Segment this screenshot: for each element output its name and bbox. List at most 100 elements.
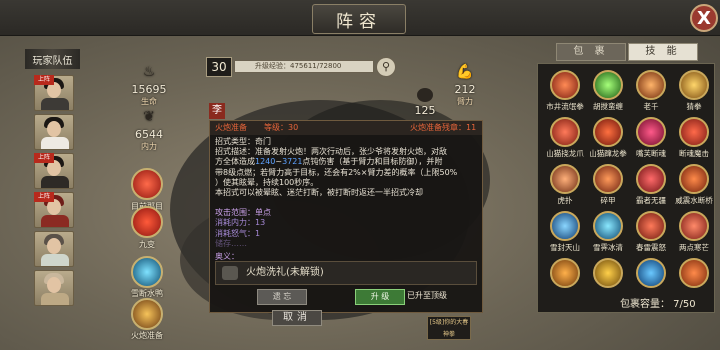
skill-name: 虎扑 — [557, 196, 573, 205]
skill-name: 老千 — [643, 102, 659, 111]
popup-header: 火炮准备 等级：30 火炮准备残章：11 — [210, 121, 482, 135]
skill-name: 碎甲 — [600, 196, 616, 205]
deployed-tag: 上阵 — [34, 75, 54, 85]
equipped-skill-4-label: 火炮准备 — [131, 331, 163, 340]
skill-slot[interactable]: 雪封天山 — [543, 208, 587, 255]
skill-name: 山猫挠龙爪 — [546, 149, 584, 158]
cancel-button[interactable]: 取消 — [272, 310, 322, 326]
mp-stat: ❦ 6544 内力 — [128, 108, 170, 152]
character-level: 30 — [206, 57, 232, 77]
locked-ultimate-icon — [222, 266, 238, 280]
equipped-skill-2-icon[interactable] — [131, 206, 163, 238]
skill-type: 招式类型：奇门 — [215, 137, 271, 146]
rage-cost: 消耗怒气：1 — [215, 228, 261, 238]
defense-stat: 125 — [410, 88, 440, 117]
magnifier-icon: ⚲ — [381, 60, 391, 73]
skill-slot[interactable]: 碎甲 — [586, 161, 630, 208]
mp-label: 内力 — [141, 142, 157, 151]
skill-slot[interactable]: 两点寒芒 — [672, 208, 716, 255]
power-label: 臂力 — [457, 97, 473, 106]
tab-skills[interactable]: 技 能 — [628, 43, 698, 61]
team-label: 玩家队伍 — [25, 49, 80, 69]
hp-stat: ♨ 15695 生命 — [128, 63, 170, 107]
skill-name: 霸者无疆 — [636, 196, 666, 205]
skill-slot[interactable]: 春雷震怒 — [629, 208, 673, 255]
close-button[interactable]: X — [690, 4, 718, 32]
close-icon: X — [697, 7, 711, 29]
equipped-skill-1-icon[interactable] — [131, 168, 163, 200]
leaf-icon: ❦ — [143, 109, 155, 125]
party-portrait-6[interactable] — [34, 270, 74, 306]
skill-slot[interactable]: 市井流氓拳 — [543, 67, 587, 114]
skill-name: 猜拳 — [686, 102, 702, 111]
skill-slot[interactable]: 山猫挠龙爪 — [543, 114, 587, 161]
skill-slot[interactable]: 猜拳 — [672, 67, 716, 114]
search-button[interactable]: ⚲ — [376, 57, 396, 77]
skill-slot[interactable]: 山猫蹿龙拳 — [586, 114, 630, 161]
skill-slot[interactable] — [543, 255, 587, 302]
skill-desc-line-1: 招式描述：准备发射火炮！两次行动后，张少爷将发射火炮，对敌 — [215, 147, 447, 157]
skill-detail-popup: 火炮准备 等级：30 火炮准备残章：11 招式类型：奇门 招式描述：准备发射火炮… — [209, 120, 483, 313]
skill-icon — [679, 70, 709, 100]
skill-name: 春雷震怒 — [636, 243, 666, 252]
cut-line: 储存…… — [215, 238, 247, 248]
bag-capacity: 包裹容量： 7/50 — [620, 299, 696, 310]
skill-slot[interactable]: 断魂魔击 — [672, 114, 716, 161]
skill-icon — [636, 164, 666, 194]
skill-icon — [636, 211, 666, 241]
damage-low: 1240 — [255, 157, 276, 167]
skill-slot[interactable]: 嘴芙断魂 — [629, 114, 673, 161]
skill-slot[interactable]: 威震水断桥 — [672, 161, 716, 208]
skill-name: 威震水断桥 — [675, 196, 713, 205]
skill-icon — [550, 70, 580, 100]
skill-icon — [679, 211, 709, 241]
skill-slot[interactable]: 老千 — [629, 67, 673, 114]
skill-slot[interactable]: 胡搅蛮缠 — [586, 67, 630, 114]
power-value: 212 — [454, 83, 476, 96]
skill-name: 断魂魔击 — [679, 149, 709, 158]
skill-slot[interactable]: 雪霁冰清 — [586, 208, 630, 255]
equipped-item-chip[interactable]: [5级]你的大春神拳 — [427, 316, 471, 340]
equipped-skill-2-label: 九变 — [139, 240, 155, 249]
skill-icon — [593, 164, 623, 194]
exp-bar: 升级经验：475611/72800 — [234, 60, 374, 73]
tab-bag[interactable]: 包 裹 — [556, 43, 626, 61]
defense-value: 125 — [414, 104, 436, 117]
skill-desc-line-5: 本招式可以被晕眩、迷茫打断，被打断时返还一半招式冷却 — [215, 188, 423, 198]
skill-name: 嘴芙断魂 — [636, 149, 666, 158]
damage-high: 3721 — [282, 157, 303, 167]
power-stat: 💪 212 臂力 — [450, 63, 480, 107]
skill-icon — [550, 258, 580, 288]
party-portrait-5[interactable] — [34, 231, 74, 267]
equipped-skill-3-icon[interactable] — [131, 256, 163, 288]
party-portrait-2[interactable] — [34, 114, 74, 150]
skill-icon — [550, 117, 580, 147]
skill-icon — [636, 70, 666, 100]
upgrade-button[interactable]: 升 级 — [355, 289, 405, 305]
equipped-skill-4-icon[interactable] — [131, 298, 163, 330]
ultimate-skill-row[interactable]: 火炮洗礼(未解锁) — [215, 261, 477, 285]
page-title: 阵容 — [312, 4, 406, 34]
arm-icon: 💪 — [456, 64, 474, 80]
skill-slot[interactable]: 霸者无疆 — [629, 161, 673, 208]
ultimate-skill-name: 火炮洗礼(未解锁) — [246, 267, 324, 278]
hp-label: 生命 — [141, 97, 157, 106]
forget-button[interactable]: 遗 忘 — [257, 289, 307, 305]
skill-icon — [593, 258, 623, 288]
mp-value: 6544 — [135, 128, 163, 141]
skill-name: 市井流氓拳 — [546, 102, 584, 111]
skill-name: 雪封天山 — [550, 243, 580, 252]
attack-range: 攻击范围：单点 — [215, 208, 271, 218]
skill-icon — [679, 164, 709, 194]
skill-desc-line-2: 方全体造成1240~3721点钝伤害（基于臂力和目标防御），并附 — [215, 157, 443, 167]
skill-name: 两点寒芒 — [679, 243, 709, 252]
char-name-badge: 李 — [209, 103, 225, 119]
skill-icon — [679, 258, 709, 288]
skill-slot[interactable]: 虎扑 — [543, 161, 587, 208]
popup-description: 招式类型：奇门 招式描述：准备发射火炮！两次行动后，张少爷将发射火炮，对敌 方全… — [215, 137, 477, 249]
popup-skill-name: 火炮准备 — [215, 123, 247, 132]
max-level-text: 已升至顶级 — [407, 291, 447, 300]
skill-desc-line-3: 带8级点燃；若臂力高于目标，还会有2%×臂力差的概率（上限50% — [215, 167, 458, 177]
game-screen: 阵容 X 玩家队伍 上阵 上阵 上阵 ♨ 15695 生命 ❦ 6544 内力 … — [0, 0, 720, 350]
skill-icon — [636, 258, 666, 288]
